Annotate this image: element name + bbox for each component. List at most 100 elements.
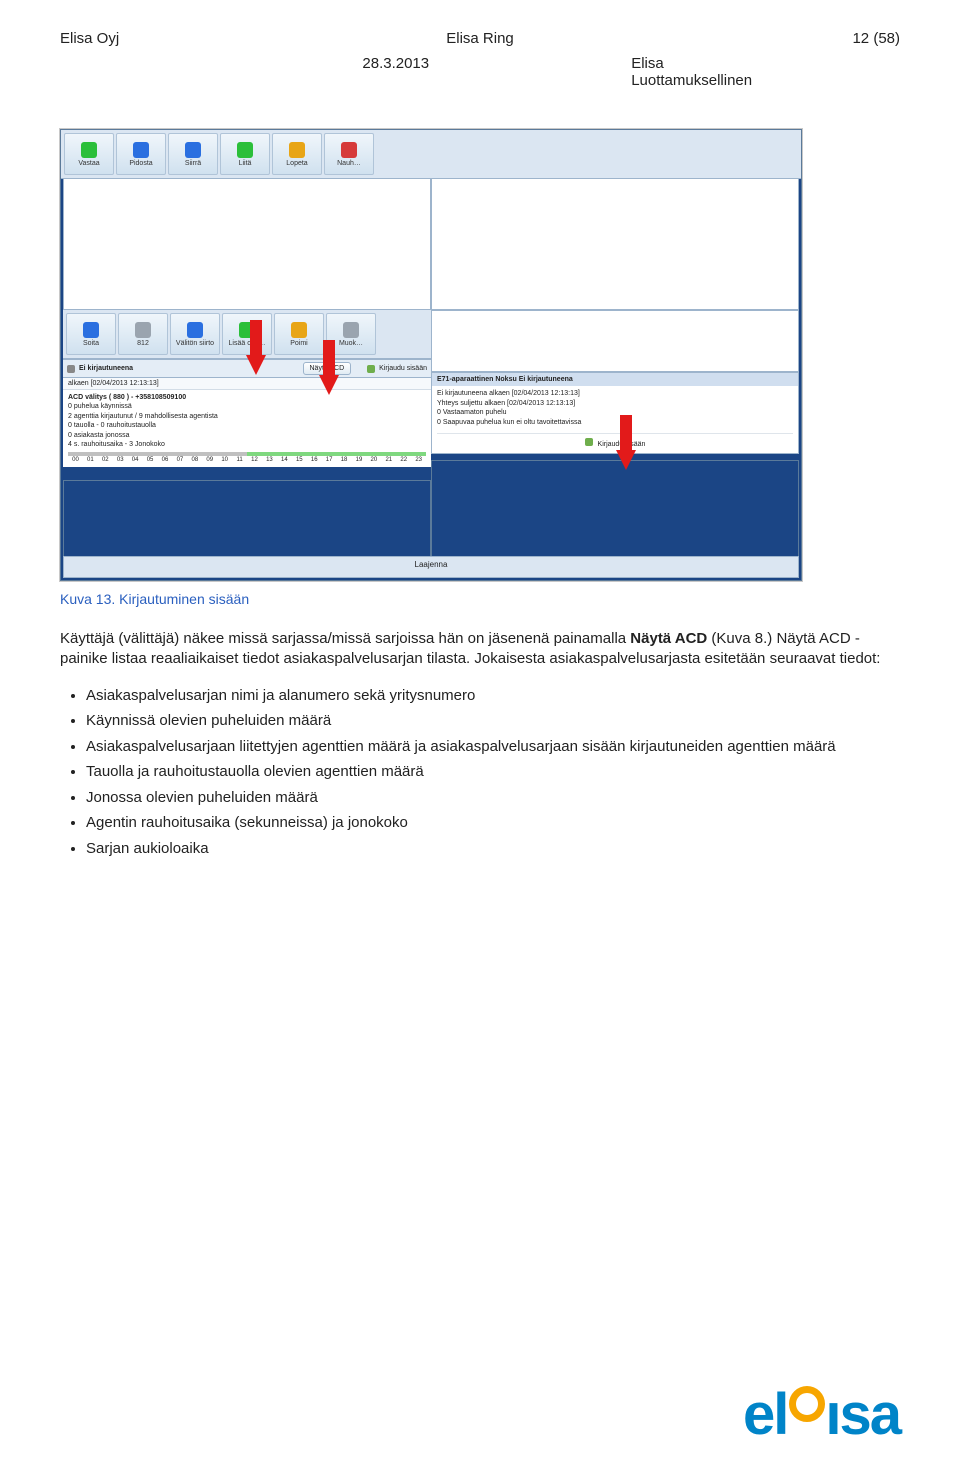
hour-cell: 16 (307, 452, 322, 464)
toolbar-icon (133, 142, 149, 158)
list-item: Sarjan aukioloaika (86, 839, 900, 859)
hour-cell: 13 (262, 452, 277, 464)
toolbar-icon (83, 322, 99, 338)
hour-cell: 09 (202, 452, 217, 464)
toolbar-icon (185, 142, 201, 158)
presence-icon (67, 365, 75, 373)
acd-hour-bar: 0001020304050607080910111213141516171819… (68, 452, 426, 464)
hour-cell: 14 (277, 452, 292, 464)
hour-cell: 19 (352, 452, 367, 464)
e71-info-line: Ei kirjautuneena alkaen [02/04/2013 12:1… (437, 389, 793, 398)
acd-info-line: 0 puhelua käynnissä (68, 402, 426, 411)
hour-cell: 05 (143, 452, 158, 464)
toolbar-button[interactable]: Välitön siirto (170, 313, 220, 355)
header-date: 28.3.2013 (60, 55, 631, 89)
list-item: Jonossa olevien puheluiden määrä (86, 788, 900, 808)
elisa-logo: elısa (743, 1392, 900, 1438)
action-toolbar-wrap: Soita812Välitön siirtoLisää osa…PoimiMuo… (63, 310, 431, 467)
header-company: Elisa Oyj (60, 30, 340, 47)
toolbar-button[interactable]: Soita (66, 313, 116, 355)
action-toolbar: Soita812Välitön siirtoLisää osa…PoimiMuo… (65, 312, 429, 356)
list-item: Agentin rauhoitusaika (sekunneissa) ja j… (86, 813, 900, 833)
toolbar-icon (341, 142, 357, 158)
para-bold: Näytä ACD (630, 630, 707, 647)
toolbar-button[interactable]: Siirrä (168, 133, 218, 175)
login-icon (585, 438, 593, 446)
agent-state: Ei kirjautuneena (79, 365, 133, 372)
toolbar-button[interactable]: Liitä (220, 133, 270, 175)
hour-cell: 21 (381, 452, 396, 464)
header-brand: Elisa (631, 55, 664, 72)
agent-state-since: alkaen [02/04/2013 12:13:13] (63, 378, 431, 390)
right-column: E71-aparaattinen Noksu Ei kirjautuneena … (431, 310, 799, 562)
hour-cell: 15 (292, 452, 307, 464)
toolbar-icon (81, 142, 97, 158)
logo-ring-icon (787, 1386, 825, 1418)
e71-info-panel: E71-aparaattinen Noksu Ei kirjautuneena … (431, 372, 799, 454)
hour-cell: 01 (83, 452, 98, 464)
login-icon (367, 365, 375, 373)
hour-cell: 12 (247, 452, 262, 464)
hour-cell: 03 (113, 452, 128, 464)
call-panel-right (431, 178, 799, 310)
bullet-list: Asiakaspalvelusarjan nimi ja alanumero s… (60, 686, 900, 859)
toolbar-button[interactable]: Lopeta (272, 133, 322, 175)
hour-cell: 04 (128, 452, 143, 464)
blue-lower-right (431, 460, 799, 562)
list-item: Käynnissä olevien puheluiden määrä (86, 711, 900, 731)
hour-cell: 02 (98, 452, 113, 464)
e71-info-line: Yhteys suljettu alkaen [02/04/2013 12:13… (437, 399, 793, 408)
list-item: Asiakaspalvelusarjaan liitettyjen agentt… (86, 737, 900, 757)
call-panel-left (63, 178, 431, 310)
page-subheader: 28.3.2013 Elisa Luottamuksellinen (60, 55, 900, 89)
acd-title: ACD välitys ( 880 ) - +358108509100 (68, 393, 426, 402)
header-page: 12 (58) (620, 30, 900, 47)
e71-info-line: 0 Saapuvaa puhelua kun ei oltu tavoitett… (437, 418, 793, 427)
list-item: Tauolla ja rauhoitustauolla olevien agen… (86, 762, 900, 782)
toolbar-icon (237, 142, 253, 158)
blue-lower-left (63, 480, 431, 562)
hour-cell: 10 (217, 452, 232, 464)
acd-info-line: 2 agenttia kirjautunut / 9 mahdollisesta… (68, 412, 426, 421)
toolbar-button[interactable]: Pidosta (116, 133, 166, 175)
acd-info-line: 0 asiakasta jonossa (68, 431, 426, 440)
acd-info-panel: ACD välitys ( 880 ) - +358108509100 0 pu… (63, 390, 431, 467)
toolbar-icon (343, 322, 359, 338)
hour-cell: 17 (322, 452, 337, 464)
annotation-arrow-icon (616, 450, 636, 470)
hour-cell: 20 (366, 452, 381, 464)
toolbar-icon (291, 322, 307, 338)
hour-cell: 06 (158, 452, 173, 464)
kirjaudu-button[interactable]: Kirjaudu sisään (379, 365, 427, 372)
toolbar-button[interactable]: Nauh… (324, 133, 374, 175)
hour-cell: 00 (68, 452, 83, 464)
para-part1: Käyttäjä (välittäjä) näkee missä sarjass… (60, 630, 630, 647)
acd-info-line: 0 tauolla - 0 rauhoitustauolla (68, 421, 426, 430)
body-paragraph: Käyttäjä (välittäjä) näkee missä sarjass… (60, 629, 900, 670)
header-confidential: Luottamuksellinen (631, 72, 752, 89)
toolbar-icon (135, 322, 151, 338)
hour-cell: 08 (187, 452, 202, 464)
hour-cell: 22 (396, 452, 411, 464)
acd-info-line: 4 s. rauhoitusaika - 3 Jonokoko (68, 440, 426, 449)
blank-right-strip (431, 310, 799, 372)
annotation-arrow-icon (246, 355, 266, 375)
page-header: Elisa Oyj Elisa Ring 12 (58) (60, 30, 900, 47)
hour-cell: 07 (172, 452, 187, 464)
hour-cell: 11 (232, 452, 247, 464)
list-item: Asiakaspalvelusarjan nimi ja alanumero s… (86, 686, 900, 706)
toolbar-button[interactable]: Poimi (274, 313, 324, 355)
hour-cell: 18 (337, 452, 352, 464)
toolbar-button[interactable]: Vastaa (64, 133, 114, 175)
toolbar-button[interactable]: Lisää osa… (222, 313, 272, 355)
call-toolbar: VastaaPidostaSiirräLiitäLopetaNauh… (61, 130, 801, 179)
e71-title: E71-aparaattinen Noksu Ei kirjautuneena (432, 373, 798, 386)
app-screenshot: VastaaPidostaSiirräLiitäLopetaNauh… Soit… (60, 129, 802, 581)
toolbar-icon (289, 142, 305, 158)
hour-cell: 23 (411, 452, 426, 464)
e71-info-line: 0 Vastaamaton puhelu (437, 408, 793, 417)
expand-button[interactable]: Laajenna (63, 556, 799, 578)
toolbar-icon (187, 322, 203, 338)
header-product: Elisa Ring (340, 30, 620, 47)
toolbar-button[interactable]: 812 (118, 313, 168, 355)
